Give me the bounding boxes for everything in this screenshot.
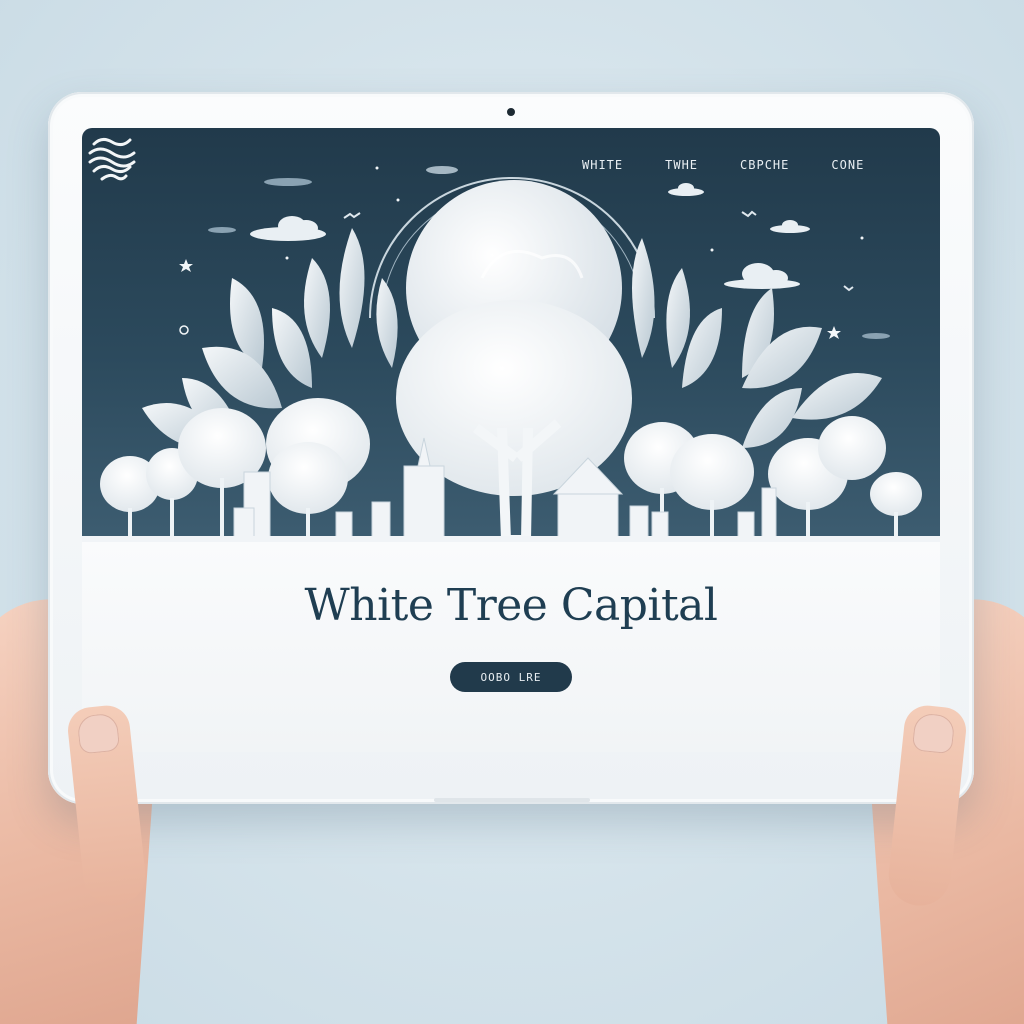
- hero-banner: WHITE TWHE CBPCHE CONE: [82, 128, 940, 542]
- home-indicator: [434, 798, 590, 802]
- tablet-device: WHITE TWHE CBPCHE CONE White Tree Capita…: [48, 92, 974, 804]
- hero-illustration: [82, 166, 940, 542]
- nav-item-cone[interactable]: CONE: [831, 158, 864, 172]
- nav-item-cbpche[interactable]: CBPCHE: [740, 158, 789, 172]
- camera-icon: [507, 108, 515, 116]
- nav-item-white[interactable]: WHITE: [582, 158, 623, 172]
- cta-button[interactable]: OOBO LRE: [450, 662, 572, 692]
- page-title: White Tree Capital: [304, 580, 718, 631]
- wave-logo-icon[interactable]: [82, 128, 142, 188]
- scene: WHITE TWHE CBPCHE CONE White Tree Capita…: [0, 0, 1024, 1024]
- top-nav: WHITE TWHE CBPCHE CONE: [582, 158, 906, 172]
- hero-content: White Tree Capital OOBO LRE: [82, 542, 940, 752]
- tablet-screen: WHITE TWHE CBPCHE CONE White Tree Capita…: [82, 128, 940, 752]
- nav-item-twhe[interactable]: TWHE: [665, 158, 698, 172]
